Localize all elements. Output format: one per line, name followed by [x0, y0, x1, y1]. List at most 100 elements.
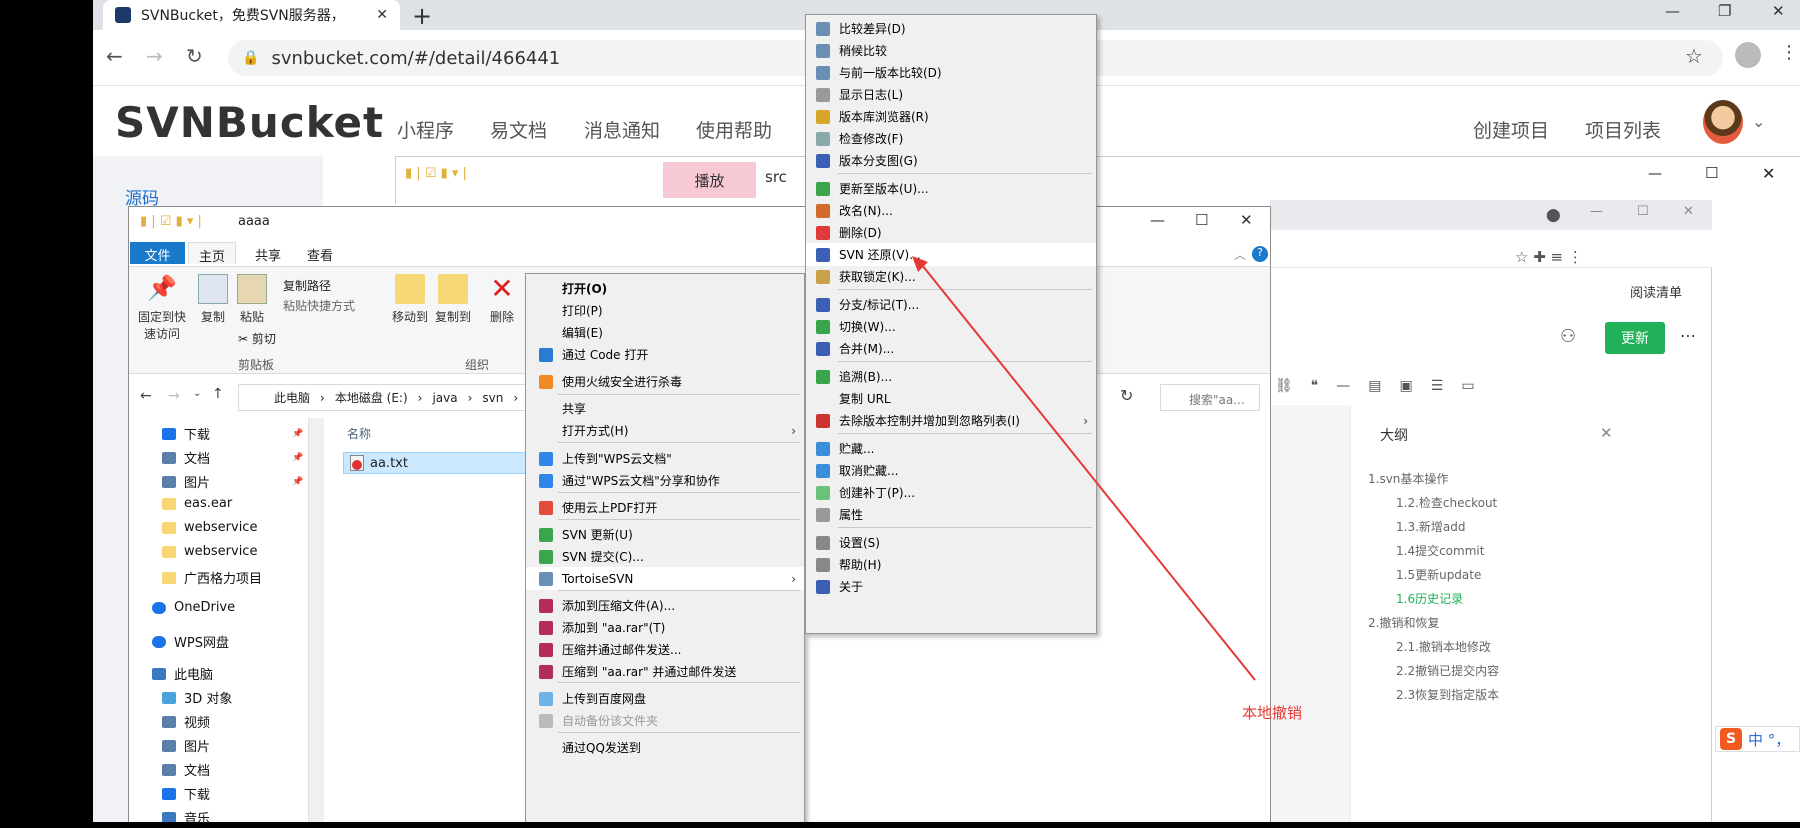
site-logo[interactable]: SVNBucket [115, 98, 384, 147]
menu-item[interactable]: 获取锁定(K)... [806, 265, 1096, 288]
close-icon[interactable]: ✕ [1683, 204, 1694, 219]
profile-icon[interactable] [1735, 42, 1761, 68]
menu-item[interactable]: TortoiseSVN › [526, 567, 804, 590]
menu-item[interactable]: 去除版本控制并增加到忽略列表(I) › [806, 409, 1096, 432]
menu-item[interactable]: 创建补丁(P)... [806, 481, 1096, 504]
menu-item[interactable]: SVN 更新(U) [526, 523, 804, 546]
close-tab-icon[interactable]: ✕ [376, 7, 388, 23]
maximize-icon[interactable]: ☐ [1705, 164, 1718, 182]
menu-item[interactable]: 通过QQ发送到 [526, 736, 804, 759]
column-name[interactable]: 名称 [347, 425, 371, 442]
nav-create-project[interactable]: 创建项目 [1473, 116, 1549, 143]
nav-item[interactable]: 广西格力项目 [162, 568, 262, 587]
bookmark-star-icon[interactable]: ☆ ✚ ≡ ⋮ [1515, 248, 1583, 266]
menu-item[interactable]: 上传到"WPS云文档" [526, 447, 804, 470]
nav-item[interactable]: 下载 📌 [162, 424, 303, 443]
breadcrumb-this-pc[interactable]: 此电脑 [274, 389, 310, 406]
minimize-icon[interactable]: — [1590, 204, 1603, 219]
pin-button[interactable]: 📌 固定到快速访问 [134, 274, 190, 342]
menu-item[interactable]: 打开方式(H) › [526, 419, 804, 442]
close-icon[interactable]: ✕ [1600, 424, 1613, 442]
menu-item[interactable]: 关于 [806, 575, 1096, 598]
menu-item[interactable]: 分支/标记(T)... [806, 293, 1096, 316]
update-button[interactable]: 更新 [1605, 322, 1665, 354]
refresh-icon[interactable]: ↻ [1120, 386, 1133, 405]
nav-item[interactable]: WPS网盘 [152, 632, 229, 651]
menu-item[interactable]: 添加到 "aa.rar"(T) [526, 616, 804, 639]
nav-mini-program[interactable]: 小程序 [397, 116, 454, 143]
outline-item[interactable]: 2.撤销和恢复 [1368, 614, 1439, 631]
more-icon[interactable]: ⋯ [1680, 326, 1696, 345]
chevron-down-icon[interactable]: ⌄ [1752, 112, 1765, 131]
close-icon[interactable]: ✕ [1240, 211, 1253, 229]
menu-item[interactable]: 打开(O) [526, 277, 804, 300]
menu-item[interactable]: 合并(M)... [806, 337, 1096, 360]
menu-item[interactable]: 比较差异(D) [806, 17, 1096, 40]
up-icon[interactable]: ↑ [212, 386, 224, 402]
nav-item[interactable]: 3D 对象 [162, 688, 232, 707]
menu-item[interactable]: 自动备份该文件夹 [526, 709, 804, 732]
nav-item[interactable]: 图片 [162, 736, 210, 755]
outline-item[interactable]: 2.1.撤销本地修改 [1396, 638, 1491, 655]
tab-view[interactable]: 查看 [297, 242, 343, 264]
menu-item[interactable]: 版本库浏览器(R) [806, 105, 1096, 128]
menu-item[interactable]: 设置(S) [806, 531, 1096, 554]
menu-item[interactable]: 属性 [806, 503, 1096, 526]
forward-icon[interactable]: → [168, 388, 180, 404]
minimize-icon[interactable]: — [1150, 211, 1165, 229]
menu-item[interactable]: 稍候比较 [806, 39, 1096, 62]
menu-item[interactable]: 编辑(E) [526, 321, 804, 344]
menu-item[interactable]: 共享 [526, 397, 804, 420]
menu-item[interactable]: 检查修改(F) [806, 127, 1096, 150]
back-icon[interactable]: ← [140, 388, 152, 404]
tab-share[interactable]: 共享 [245, 242, 291, 264]
paste-button[interactable]: 粘贴 [232, 274, 272, 325]
menu-item[interactable]: 压缩并通过邮件发送... [526, 638, 804, 661]
browser-tab[interactable]: SVNBucket，免费SVN服务器， ✕ [103, 0, 400, 30]
menu-item[interactable]: 切换(W)... [806, 315, 1096, 338]
menu-item[interactable]: 使用火绒安全进行杀毒 [526, 370, 804, 393]
delete-button[interactable]: ✕ 删除 [482, 274, 522, 325]
outline-item[interactable]: 2.2撤销已提交内容 [1396, 662, 1499, 679]
nav-item[interactable]: eas.ear [162, 496, 232, 511]
nav-project-list[interactable]: 项目列表 [1585, 116, 1661, 143]
outline-item[interactable]: 1.5更新update [1396, 566, 1481, 583]
file-row[interactable]: aa.txt [343, 452, 528, 474]
close-icon[interactable]: ✕ [1762, 164, 1775, 183]
editor-toolbar-icons[interactable]: ⛓❝—▤▣☰▭ [1275, 378, 1695, 394]
nav-item[interactable]: 此电脑 [152, 664, 213, 683]
menu-item[interactable]: 通过 Code 打开 [526, 343, 804, 366]
menu-item[interactable]: 压缩到 "aa.rar" 并通过邮件发送 [526, 660, 804, 683]
nav-item[interactable]: 文档 [162, 760, 210, 779]
add-user-icon[interactable]: ⚇ [1560, 326, 1576, 347]
menu-item[interactable]: 帮助(H) [806, 553, 1096, 576]
menu-item[interactable]: 取消贮藏... [806, 459, 1096, 482]
outline-item[interactable]: 2.3恢复到指定版本 [1396, 686, 1499, 703]
quick-access-icons[interactable]: ▮ | ☑ ▮ ▾ | [140, 214, 202, 229]
reading-list[interactable]: 阅读清单 [1630, 282, 1682, 301]
bookmark-star-icon[interactable]: ☆ [1685, 44, 1703, 68]
minimize-icon[interactable]: — [1665, 2, 1680, 20]
nav-docs[interactable]: 易文档 [490, 116, 547, 143]
breadcrumb-drive[interactable]: 本地磁盘 (E:) [335, 389, 408, 406]
new-tab-icon[interactable]: + [412, 2, 432, 30]
menu-item[interactable]: 使用云上PDF打开 [526, 496, 804, 519]
nav-item[interactable]: webservice [162, 520, 257, 535]
menu-item[interactable]: 上传到百度网盘 [526, 687, 804, 710]
outline-item[interactable]: 1.2.检查checkout [1396, 494, 1497, 511]
menu-item[interactable]: 复制 URL [806, 387, 1096, 410]
outline-item[interactable]: 1.4提交commit [1396, 542, 1484, 559]
close-window-icon[interactable]: ✕ [1772, 2, 1785, 20]
profile-menu-icon[interactable]: ⬤ [1546, 208, 1561, 223]
menu-item[interactable]: 更新至版本(U)... [806, 177, 1096, 200]
copy-button[interactable]: 复制 [193, 274, 233, 325]
minimize-icon[interactable]: — [1648, 166, 1662, 182]
maximize-icon[interactable]: ☐ [1195, 211, 1208, 229]
nav-item[interactable]: 视频 [162, 712, 210, 731]
menu-item[interactable]: 删除(D) [806, 221, 1096, 244]
nav-item[interactable]: OneDrive [152, 600, 235, 615]
paste-shortcut-button[interactable]: 粘贴快捷方式 [283, 297, 355, 314]
nav-item[interactable]: 图片 📌 [162, 472, 303, 491]
menu-item[interactable]: 显示日志(L) [806, 83, 1096, 106]
outline-item[interactable]: 1.6历史记录 [1396, 590, 1463, 607]
